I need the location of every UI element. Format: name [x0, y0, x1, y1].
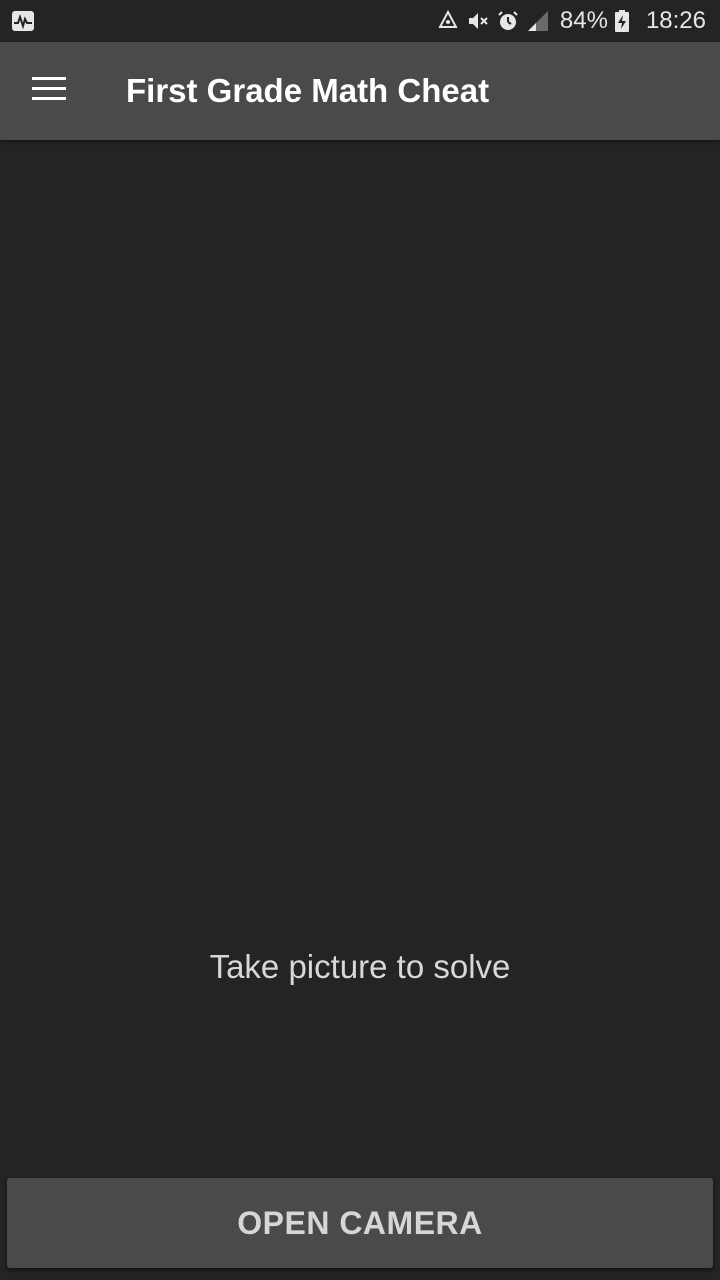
- clock: 18:26: [645, 7, 706, 34]
- battery-charging-icon: [614, 9, 638, 33]
- hamburger-menu-icon: [32, 76, 66, 107]
- mute-icon: [466, 9, 490, 33]
- status-bar: 84% 18:26: [0, 0, 720, 42]
- app-title: First Grade Math Cheat: [126, 72, 490, 109]
- app-bar: First Grade Math Cheat: [0, 42, 720, 140]
- menu-button[interactable]: [18, 62, 80, 120]
- recycle-icon: [436, 9, 460, 33]
- alarm-icon: [496, 9, 520, 33]
- signal-icon: [526, 9, 550, 33]
- app-screen: 84% 18:26 First Grade Math Cheat Take pi…: [0, 0, 720, 1280]
- status-icons: 84% 18:26: [436, 0, 706, 42]
- activity-monitor-icon: [11, 9, 35, 33]
- open-camera-button[interactable]: OPEN CAMERA: [7, 1178, 713, 1268]
- instruction-text: Take picture to solve: [209, 948, 511, 985]
- battery-percent: 84%: [559, 7, 608, 34]
- main-content: Take picture to solve: [0, 140, 720, 1176]
